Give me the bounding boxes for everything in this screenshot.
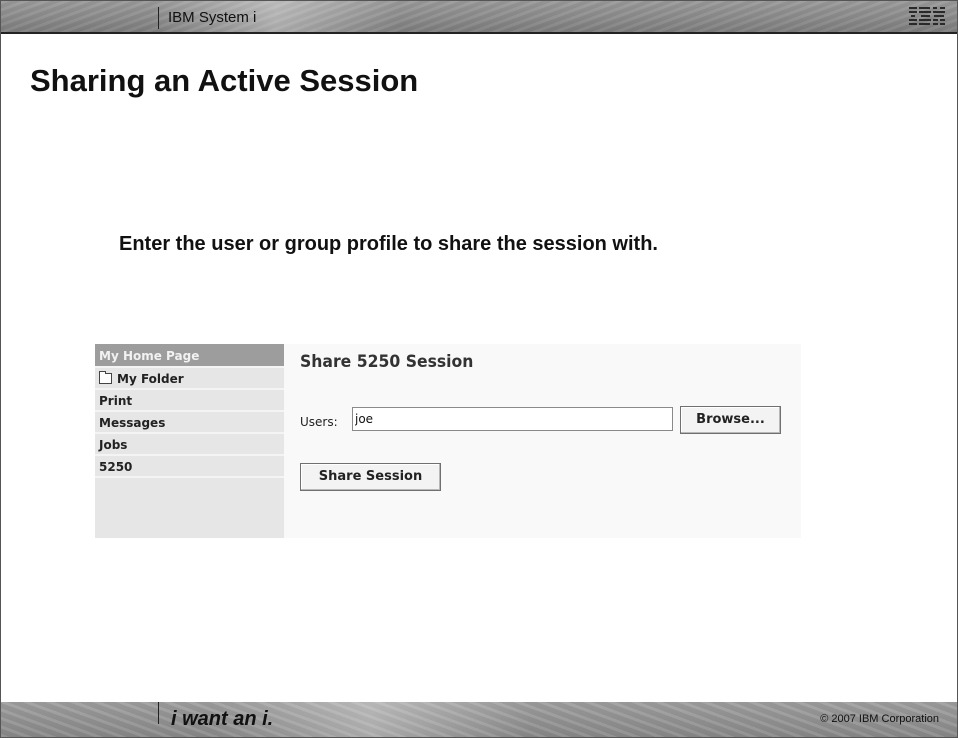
footer-separator	[158, 702, 159, 724]
sidebar-item-label: My Folder	[117, 372, 184, 386]
sidebar-item-messages[interactable]: Messages	[95, 412, 284, 434]
header-rule	[1, 32, 957, 34]
sidebar-item-my-folder[interactable]: My Folder	[95, 368, 284, 390]
users-label: Users:	[300, 415, 338, 429]
sidebar-item-label: Print	[99, 394, 133, 408]
share-session-button[interactable]: Share Session	[300, 463, 441, 491]
sidebar-item-label: Jobs	[99, 438, 128, 452]
header-separator	[158, 7, 159, 29]
footer-copyright: © 2007 IBM Corporation	[820, 713, 939, 725]
app-sidebar: My Home Page My Folder Print Messages Jo…	[95, 344, 284, 538]
page-title: Share 5250 Session	[300, 352, 474, 372]
sidebar-item-print[interactable]: Print	[95, 390, 284, 412]
sidebar-item-label: Messages	[99, 416, 166, 430]
slide-footer: i want an i. © 2007 IBM Corporation	[1, 702, 957, 737]
header-brand: IBM System i	[168, 9, 257, 26]
app-main-panel: Share 5250 Session Users: Browse... Shar…	[300, 344, 795, 538]
users-input[interactable]	[352, 407, 673, 431]
browse-button[interactable]: Browse...	[680, 406, 781, 434]
sidebar-item-jobs[interactable]: Jobs	[95, 434, 284, 456]
folder-icon	[99, 371, 112, 384]
sidebar-item-label: 5250	[99, 460, 133, 474]
slide-header: IBM System i	[1, 1, 957, 32]
slide-subtitle: Enter the user or group profile to share…	[119, 233, 658, 255]
sidebar-item-label: My Home Page	[99, 349, 200, 363]
ibm-logo-icon	[909, 7, 945, 25]
footer-tagline: i want an i.	[171, 708, 274, 730]
sidebar-item-my-home-page[interactable]: My Home Page	[95, 344, 284, 368]
header-texture	[1, 1, 957, 32]
embedded-app-screenshot: My Home Page My Folder Print Messages Jo…	[95, 344, 801, 538]
slide-title: Sharing an Active Session	[30, 63, 419, 98]
sidebar-item-5250[interactable]: 5250	[95, 456, 284, 478]
slide-frame: IBM System i Sharing an Active Session E…	[0, 0, 958, 738]
